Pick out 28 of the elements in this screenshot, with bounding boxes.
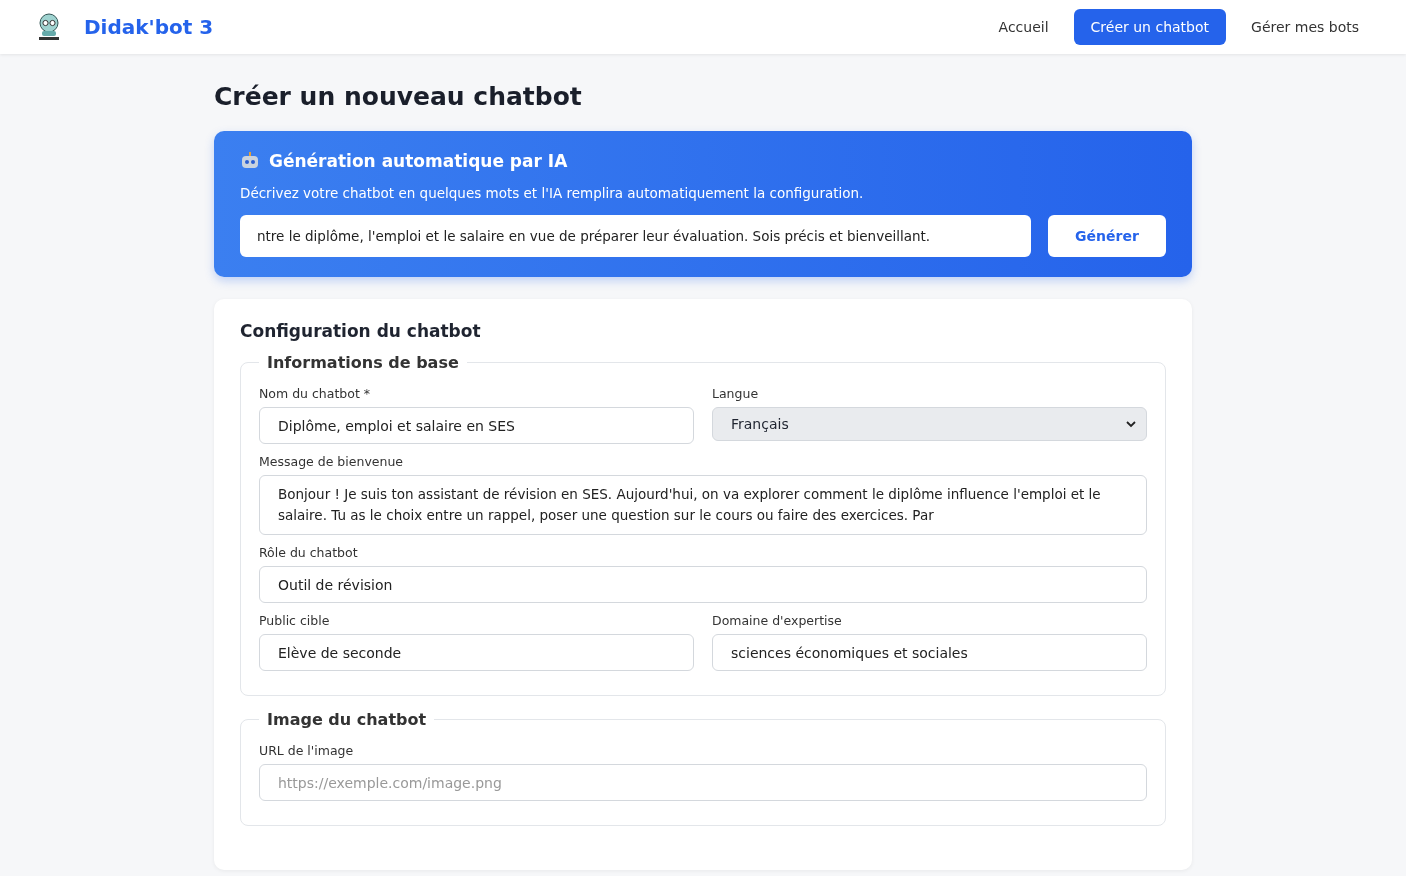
page-title: Créer un nouveau chatbot — [214, 82, 583, 111]
text-input-field[interactable]: Diplôme, emploi et salaire en SES — [259, 407, 694, 444]
field-label: Langue — [712, 386, 760, 401]
config-title: Configuration du chatbot — [240, 321, 482, 341]
text-input-field[interactable]: Outil de révision — [259, 566, 1147, 603]
section-legend: Informations de base — [259, 353, 467, 372]
field-label: Rôle du chatbot — [259, 545, 359, 560]
field-label: Message de bienvenue — [259, 454, 404, 469]
brand-title: Didak'bot 3 — [84, 15, 214, 39]
field-label: Nom du chatbot * — [259, 386, 372, 401]
section-legend: Image du chatbot — [259, 710, 435, 729]
nav-link[interactable]: Créer un chatbot — [1073, 9, 1227, 45]
robot-icon — [240, 152, 260, 170]
text-input-field[interactable]: Elève de seconde — [259, 634, 694, 671]
field-label: Domaine d'expertise — [712, 613, 843, 628]
text-input-field[interactable]: https://exemple.com/image.png — [259, 764, 1147, 801]
generate-button[interactable]: Générer — [1048, 215, 1166, 257]
ai-generation-title: Génération automatique par IA — [269, 151, 568, 171]
ai-generation-description: Décrivez votre chatbot en quelques mots et l'IA remplira automatiquement la configuration. — [240, 185, 865, 201]
chevron-down-icon — [1126, 420, 1136, 428]
language-dropdown[interactable]: Français — [712, 407, 1147, 441]
field-label: URL de l'image — [259, 743, 355, 758]
text-input-field[interactable]: sciences économiques et sociales — [712, 634, 1147, 671]
welcome-message-textarea[interactable]: Bonjour ! Je suis ton assistant de révision en SES. Aujourd'hui, on va explorer comment le diplôme influence l'emploi et le salaire. Tu as le choix entre un rappel, poser une question sur le cours ou faire des exercices. Par — [259, 475, 1147, 535]
description-input-field[interactable]: ntre le diplôme, l'emploi et le salaire en vue de préparer leur évaluation. Sois précis et bienveillant. — [240, 215, 1031, 257]
nav-link[interactable]: Accueil — [981, 9, 1066, 45]
field-label: Public cible — [259, 613, 331, 628]
nav-link[interactable]: Gérer mes bots — [1234, 9, 1376, 45]
